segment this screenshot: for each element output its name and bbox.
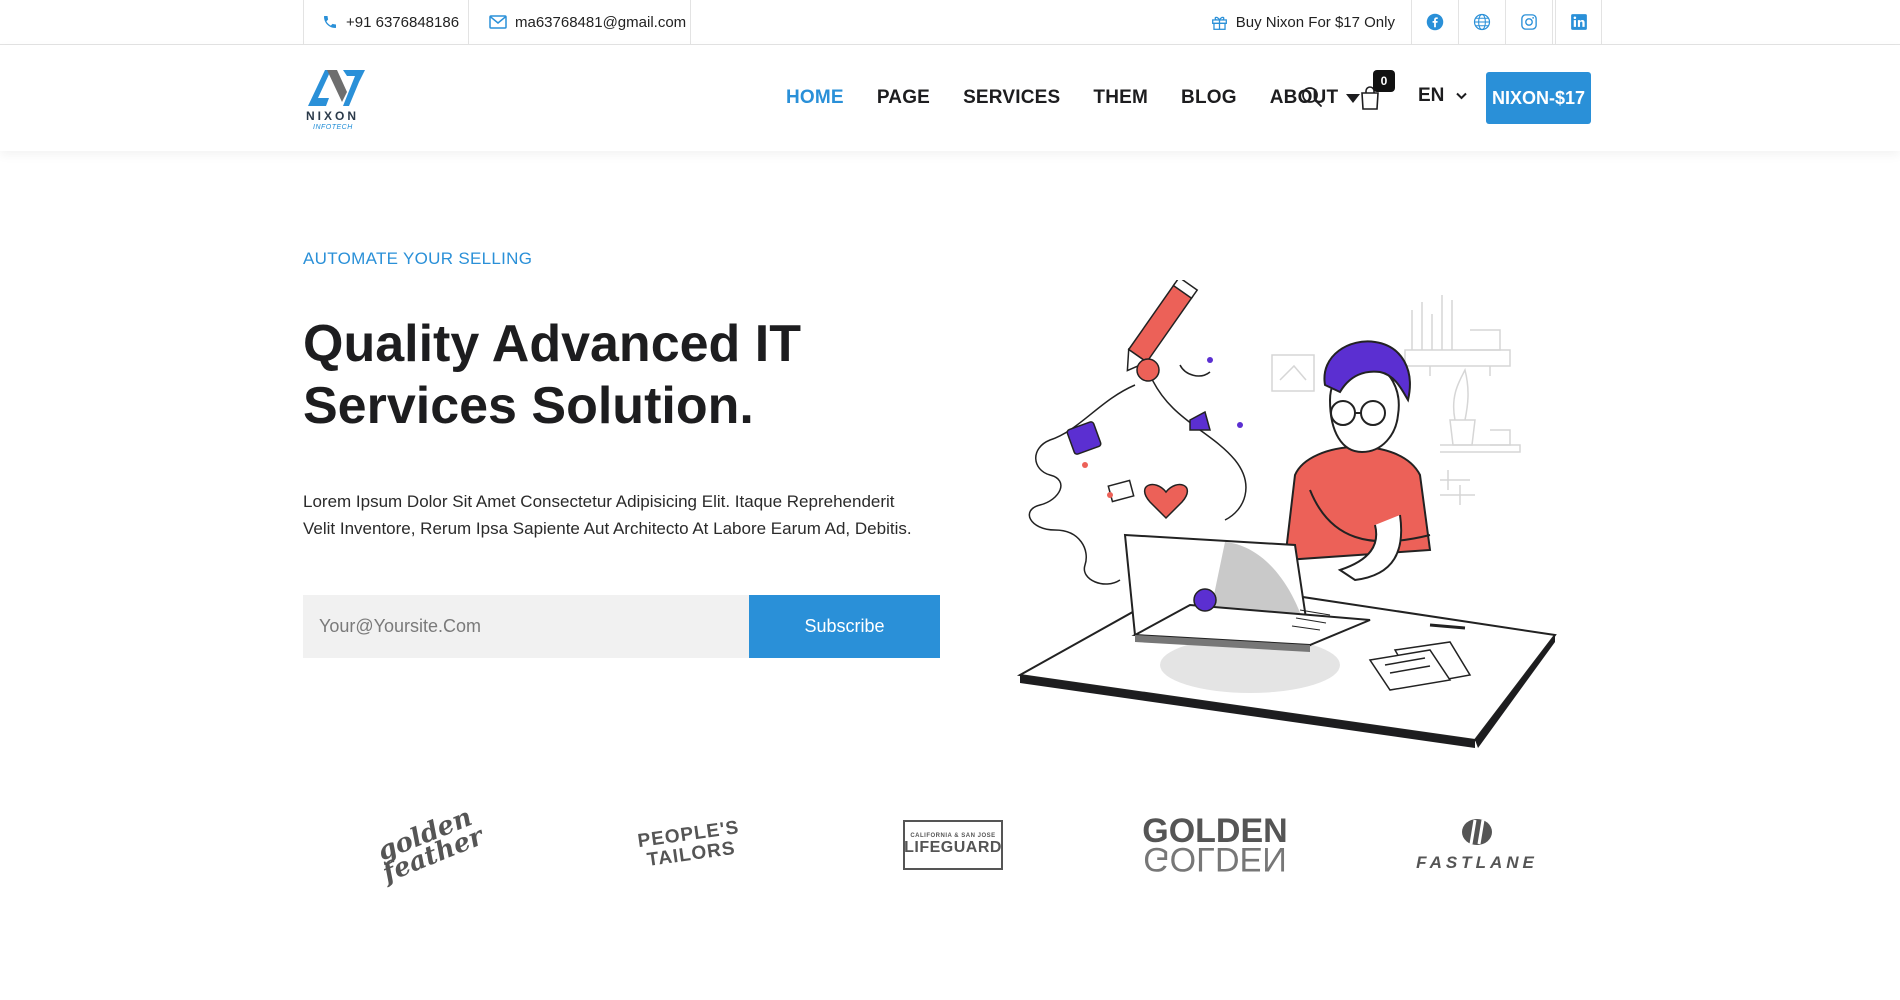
hero-kicker: AUTOMATE YOUR SELLING xyxy=(303,249,533,268)
site-logo[interactable]: NIXON INFOTECH xyxy=(303,62,373,138)
brand-logos-row: golden feather PEOPLE'S TAILORS CALIFORN… xyxy=(303,800,1593,890)
hero-headline: Quality Advanced IT Services Solution. xyxy=(301,313,923,437)
heart-doodle xyxy=(1143,483,1189,520)
nav-services[interactable]: SERVICES xyxy=(963,87,1060,109)
brand-lifeguard: CALIFORNIA & SAN JOSE LIFEGUARD xyxy=(853,800,1053,890)
main-header: NIXON INFOTECH HOME PAGE SERVICES THEM B… xyxy=(0,45,1900,151)
instagram-icon xyxy=(1521,14,1537,30)
linkedin-icon xyxy=(1570,14,1587,30)
instagram-link[interactable] xyxy=(1506,0,1553,44)
promo-text: Buy Nixon For $17 Only xyxy=(1235,13,1395,31)
pencil-doodle xyxy=(1126,280,1199,372)
person-figure xyxy=(1283,340,1432,582)
buy-button[interactable]: NIXON-$17 xyxy=(1486,72,1591,124)
headline-line-2-wrap: Services Solution. xyxy=(301,375,754,437)
brand-golden: GOLDEN GOLDEN xyxy=(1115,800,1315,890)
promo-link[interactable]: Buy Nixon For $17 Only xyxy=(1211,0,1412,44)
nav-them[interactable]: THEM xyxy=(1093,87,1148,109)
top-bar: +91 6376848186 ma63768481@gmail.com Buy … xyxy=(0,0,1900,45)
language-selector[interactable]: EN xyxy=(1418,85,1468,107)
brand-golden-feather: golden feather xyxy=(319,766,538,924)
cart-count-badge: 0 xyxy=(1373,70,1395,92)
language-label: EN xyxy=(1418,85,1445,106)
search-icon[interactable] xyxy=(1301,86,1323,108)
logo-mark-icon xyxy=(308,70,365,106)
plant-sketch xyxy=(1440,367,1521,453)
book-doodle xyxy=(1066,421,1102,455)
lightbulb-doodle xyxy=(1136,358,1160,382)
brand-golden-mirror: GOLDEN xyxy=(1143,840,1287,878)
nav-blog[interactable]: BLOG xyxy=(1181,87,1237,109)
facebook-link[interactable] xyxy=(1412,0,1459,44)
logo-subtext: INFOTECH xyxy=(313,124,353,131)
like-doodle xyxy=(1189,410,1211,431)
brand-fastlane-text: FASTLANE xyxy=(1416,853,1538,872)
brand-fastlane: FASTLANE xyxy=(1377,800,1577,890)
hero-illustration xyxy=(1016,280,1557,748)
camera-doodle xyxy=(1107,479,1135,503)
fastlane-mark-icon xyxy=(1462,819,1492,845)
frame-sketch xyxy=(1271,354,1315,392)
email-subscribe-input[interactable] xyxy=(303,595,749,658)
nav-page[interactable]: PAGE xyxy=(877,87,930,109)
globe-icon xyxy=(1473,13,1491,31)
logo-text: NIXON xyxy=(306,109,360,123)
brand-peoples-tailors: PEOPLE'S TAILORS xyxy=(585,787,796,904)
linkedin-link[interactable] xyxy=(1555,0,1602,44)
envelope-icon xyxy=(489,15,507,29)
gift-icon xyxy=(1211,16,1227,30)
email-address: ma63768481@gmail.com xyxy=(515,13,687,31)
headline-line-1: Quality Advanced IT xyxy=(303,315,801,373)
phone-number: +91 6376848186 xyxy=(346,13,460,31)
subscribe-button[interactable]: Subscribe xyxy=(749,595,940,658)
brand-lifeguard-text: LIFEGUARD xyxy=(904,839,1002,856)
phone-contact[interactable]: +91 6376848186 xyxy=(303,0,469,44)
website-link[interactable] xyxy=(1459,0,1506,44)
wall-sketch xyxy=(1440,470,1475,505)
bookshelf-sketch xyxy=(1404,295,1511,376)
nav-home[interactable]: HOME xyxy=(786,87,844,109)
brand-golden-feather-text: golden feather xyxy=(373,802,488,889)
chevron-down-icon xyxy=(1456,92,1468,100)
email-contact[interactable]: ma63768481@gmail.com xyxy=(469,0,691,44)
phone-icon xyxy=(324,16,336,28)
hero-description: Lorem Ipsum Dolor Sit Amet Consectetur A… xyxy=(303,492,912,538)
facebook-icon xyxy=(1426,13,1444,31)
headline-line-2: Services Solution. xyxy=(303,377,754,435)
